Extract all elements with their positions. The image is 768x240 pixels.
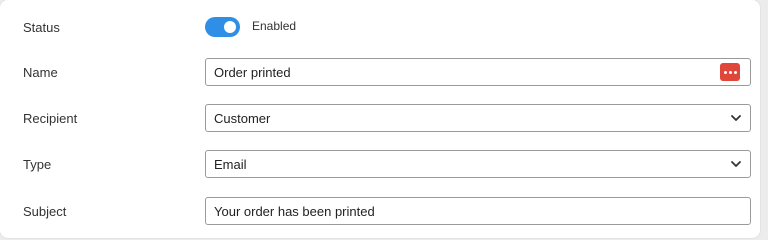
toggle-knob — [224, 21, 236, 33]
chevron-down-icon — [731, 115, 741, 121]
settings-card: Status Enabled Name Order printed Recipi… — [0, 0, 760, 238]
type-select-value: Email — [214, 157, 247, 172]
status-toggle[interactable] — [205, 17, 240, 37]
status-toggle-label: Enabled — [252, 19, 297, 33]
name-row: Name Order printed — [0, 58, 760, 86]
subject-input-value: Your order has been printed — [214, 204, 375, 219]
name-input-value: Order printed — [214, 65, 291, 80]
password-manager-icon[interactable] — [720, 63, 740, 81]
type-label: Type — [23, 156, 52, 172]
name-input[interactable]: Order printed — [205, 58, 751, 86]
recipient-select-value: Customer — [214, 111, 271, 126]
subject-label: Subject — [23, 203, 67, 219]
subject-input[interactable]: Your order has been printed — [205, 197, 751, 225]
status-label: Status — [23, 19, 60, 35]
type-select[interactable]: Email — [205, 150, 751, 178]
recipient-row: Recipient Customer — [0, 104, 760, 132]
subject-row: Subject Your order has been printed — [0, 197, 760, 225]
recipient-select[interactable]: Customer — [205, 104, 751, 132]
type-row: Type Email — [0, 150, 760, 178]
status-row: Status Enabled — [0, 13, 760, 41]
chevron-down-icon — [731, 161, 741, 167]
name-label: Name — [23, 64, 58, 80]
recipient-label: Recipient — [23, 110, 78, 126]
